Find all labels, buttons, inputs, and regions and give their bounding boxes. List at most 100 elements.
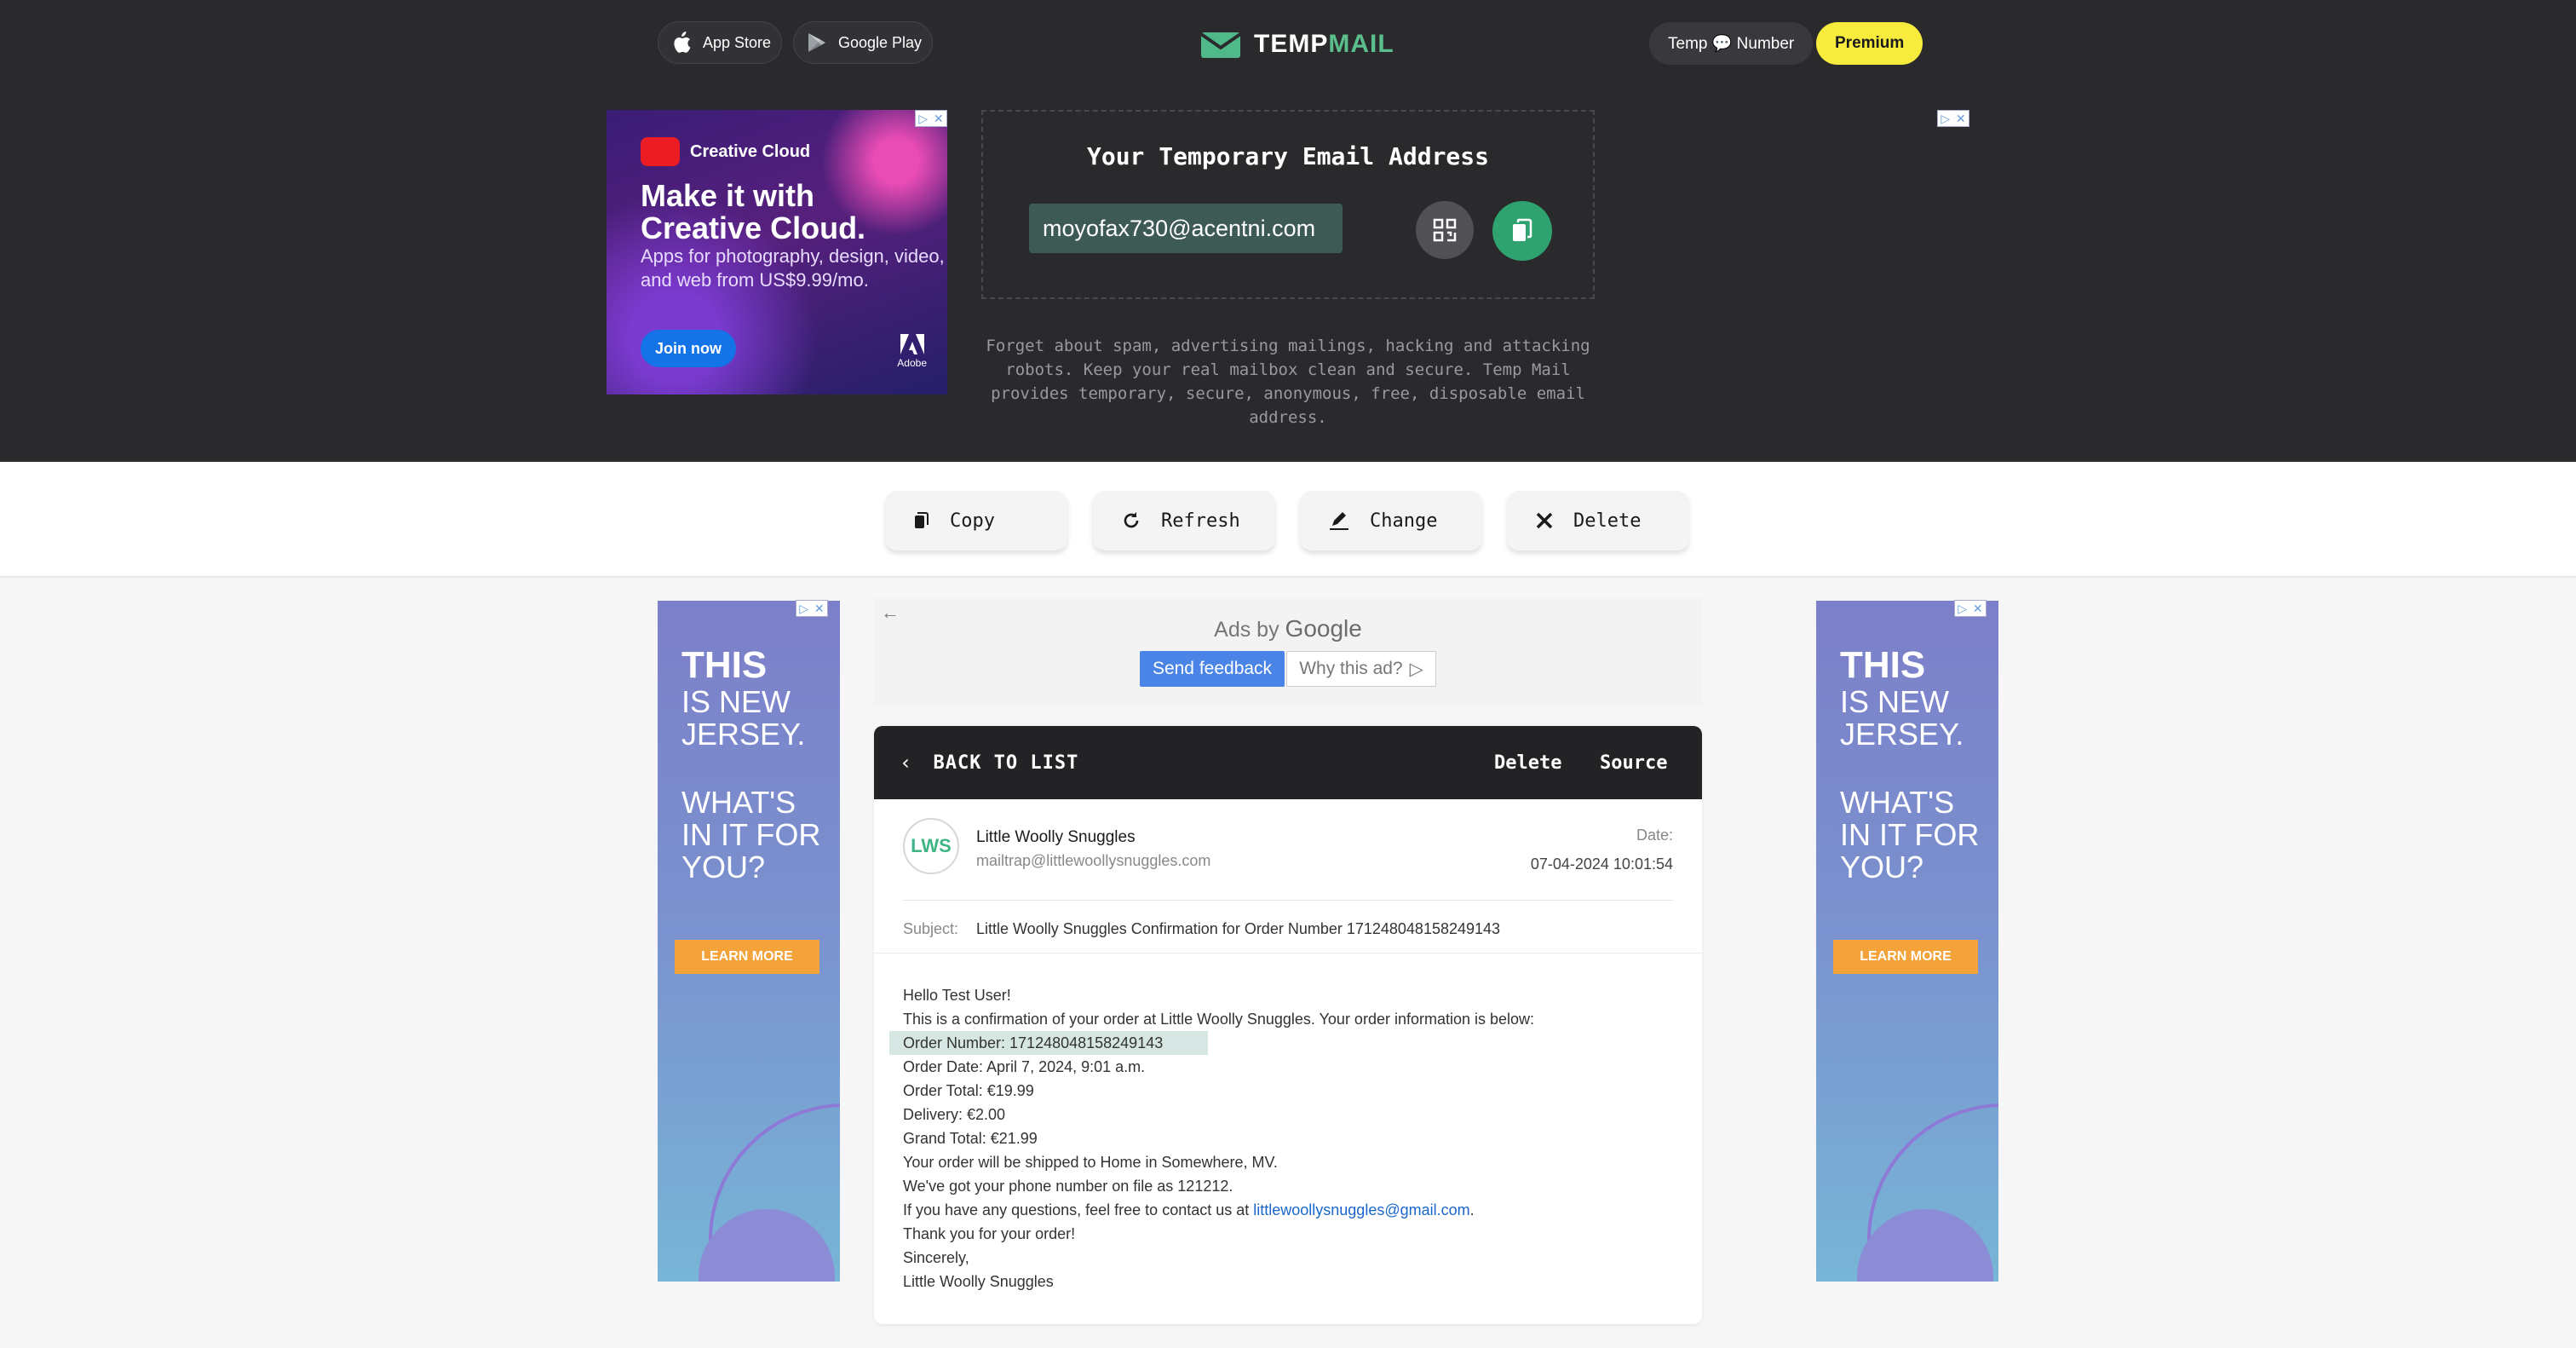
refresh-icon [1124,512,1139,528]
pen-icon [1330,512,1348,530]
delete-button[interactable]: Delete [1507,491,1689,550]
back-to-list-label: BACK TO LIST [933,752,1079,774]
body-line: Grand Total: €21.99 [903,1130,1038,1147]
refresh-label: Refresh [1161,510,1240,532]
body-line: We've got your phone number on file as 1… [903,1178,1233,1195]
body-line: Sincerely, [903,1249,969,1266]
send-feedback-button[interactable]: Send feedback [1140,651,1285,687]
body-line: Order Date: April 7, 2024, 9:01 a.m. [903,1058,1146,1075]
ad-headline-line1: Make it with [641,178,815,213]
ad-join-button[interactable]: Join now [641,330,736,367]
why-this-ad-button[interactable]: Why this ad? ▷ [1286,651,1436,687]
apple-icon [674,32,691,53]
adchoices-icon[interactable]: ▷ ✕ [1954,600,1987,617]
adchoices-icon[interactable]: ▷ ✕ [796,600,828,617]
body-line: Little Woolly Snuggles [903,1273,1054,1290]
date-label: Date: [1636,827,1673,844]
ads-by-label: Ads by [1214,618,1279,642]
message-card: ‹ BACK TO LIST Delete Source LWS Little … [874,726,1702,1324]
left-side-ad[interactable]: THIS IS NEW JERSEY. WHAT'S IN IT FOR YOU… [658,601,840,1282]
qr-code-button[interactable] [1416,201,1474,259]
change-button[interactable]: Change [1300,491,1482,550]
envelope-logo-icon [1199,32,1242,58]
body-line: Thank you for your order! [903,1225,1076,1242]
body-line: Hello Test User! [903,987,1011,1004]
ad-subtext: Apps for photography, design, video, and… [641,245,945,291]
tempmail-logo[interactable]: TEMP MAIL [1199,26,1394,63]
google-play-label: Google Play [838,33,923,51]
copy-icon [1513,218,1532,241]
refresh-button[interactable]: Refresh [1093,491,1275,550]
sender-email: mailtrap@littlewoollysnuggles.com [976,852,1211,869]
ad-line2: IS NEW JERSEY. [1840,684,1964,752]
change-label: Change [1370,510,1438,532]
copy-address-button[interactable] [1492,201,1552,261]
contact-email-link[interactable]: littlewoollysnuggles@gmail.com [1253,1201,1469,1218]
temp-number-button[interactable]: Temp 💬 Number [1649,22,1814,65]
ad-brand-label: Creative Cloud [690,141,811,161]
email-address-field[interactable]: moyofax730@acentni.com [1029,204,1343,253]
top-header: App Store Google Play TEMP MAIL Temp 💬 Nu… [0,0,2576,462]
ad-line1: THIS [681,644,768,686]
copy-button[interactable]: Copy [885,491,1067,550]
ad-brand: Creative Cloud [641,137,810,166]
body-line-highlighted: Order Number: 171248048158249143 [889,1031,1208,1055]
logo-text-main: TEMP [1254,30,1329,58]
ad-headline-line2: Creative Cloud. [641,210,866,245]
right-side-ad[interactable]: THIS IS NEW JERSEY. WHAT'S IN IT FOR YOU… [1816,601,1998,1282]
body-line: Delivery: €2.00 [903,1106,1006,1123]
date-value: 07-04-2024 10:01:54 [1530,855,1673,873]
close-ad-icon[interactable]: ✕ [1973,602,1983,616]
close-ad-icon[interactable]: ✕ [814,602,825,616]
creative-cloud-logo-icon [641,137,680,166]
adobe-logo-icon: Adobe [897,334,927,369]
copy-label: Copy [950,510,995,532]
why-this-ad-label: Why this ad? [1299,659,1403,678]
logo-text-accent: MAIL [1328,30,1394,58]
body-line: This is a confirmation of your order at … [903,1011,1535,1028]
email-panel: Your Temporary Email Address moyofax730@… [981,110,1595,299]
subject-label: Subject: [903,920,959,937]
qr-code-icon [1433,218,1457,242]
message-source-button[interactable]: Source [1600,726,1667,799]
ad-line3: WHAT'S IN IT FOR YOU? [1840,785,1980,884]
google-play-button[interactable]: Google Play [793,21,933,64]
app-store-button[interactable]: App Store [658,21,782,64]
close-ad-icon[interactable]: ✕ [1956,112,1966,126]
ads-by-google: Ads by Google [874,615,1702,642]
google-play-icon [808,33,825,52]
app-store-label: App Store [703,33,772,51]
adchoices-icon: ▷ [1409,659,1423,679]
google-label: Google [1285,615,1362,642]
message-delete-button[interactable]: Delete [1494,726,1561,799]
close-ad-icon[interactable]: ✕ [934,112,944,126]
close-icon [1536,512,1553,529]
ad-line2: IS NEW JERSEY. [681,684,806,752]
adchoices-icon[interactable]: ▷ ✕ [1937,110,1969,127]
ad-headline: Make it with Creative Cloud. [641,180,865,245]
copy-icon [915,512,929,528]
creative-cloud-ad[interactable]: Creative Cloud Make it with Creative Clo… [607,110,947,395]
learn-more-button[interactable]: LEARN MORE [675,940,819,974]
body-line: Order Total: €19.99 [903,1082,1034,1099]
questions-suffix: . [1469,1201,1475,1218]
divider [903,900,1673,901]
sender-name: Little Woolly Snuggles [976,828,1136,846]
action-bar: Copy Refresh Change Delete [0,462,2576,578]
back-to-list-button[interactable]: ‹ BACK TO LIST [900,726,1078,799]
learn-more-button[interactable]: LEARN MORE [1833,940,1978,974]
premium-button[interactable]: Premium [1816,22,1923,65]
sender-avatar: LWS [903,818,959,874]
adobe-label: Adobe [897,357,927,369]
email-tagline: Forget about spam, advertising mailings,… [986,337,1590,427]
google-ads-panel: ← Ads by Google Send feedback Why this a… [874,598,1702,706]
questions-text: If you have any questions, feel free to … [903,1201,1254,1218]
message-header-bar: ‹ BACK TO LIST Delete Source [874,726,1702,799]
message-body: Hello Test User! This is a confirmation … [889,983,1535,1293]
delete-label: Delete [1573,510,1642,532]
body-line: If you have any questions, feel free to … [903,1198,1534,1222]
ad-line3: WHAT'S IN IT FOR YOU? [681,785,821,884]
ad-line1: THIS [1840,644,1926,686]
body-line: Your order will be shipped to Home in So… [903,1154,1278,1171]
adchoices-icon[interactable]: ▷ ✕ [915,110,947,127]
